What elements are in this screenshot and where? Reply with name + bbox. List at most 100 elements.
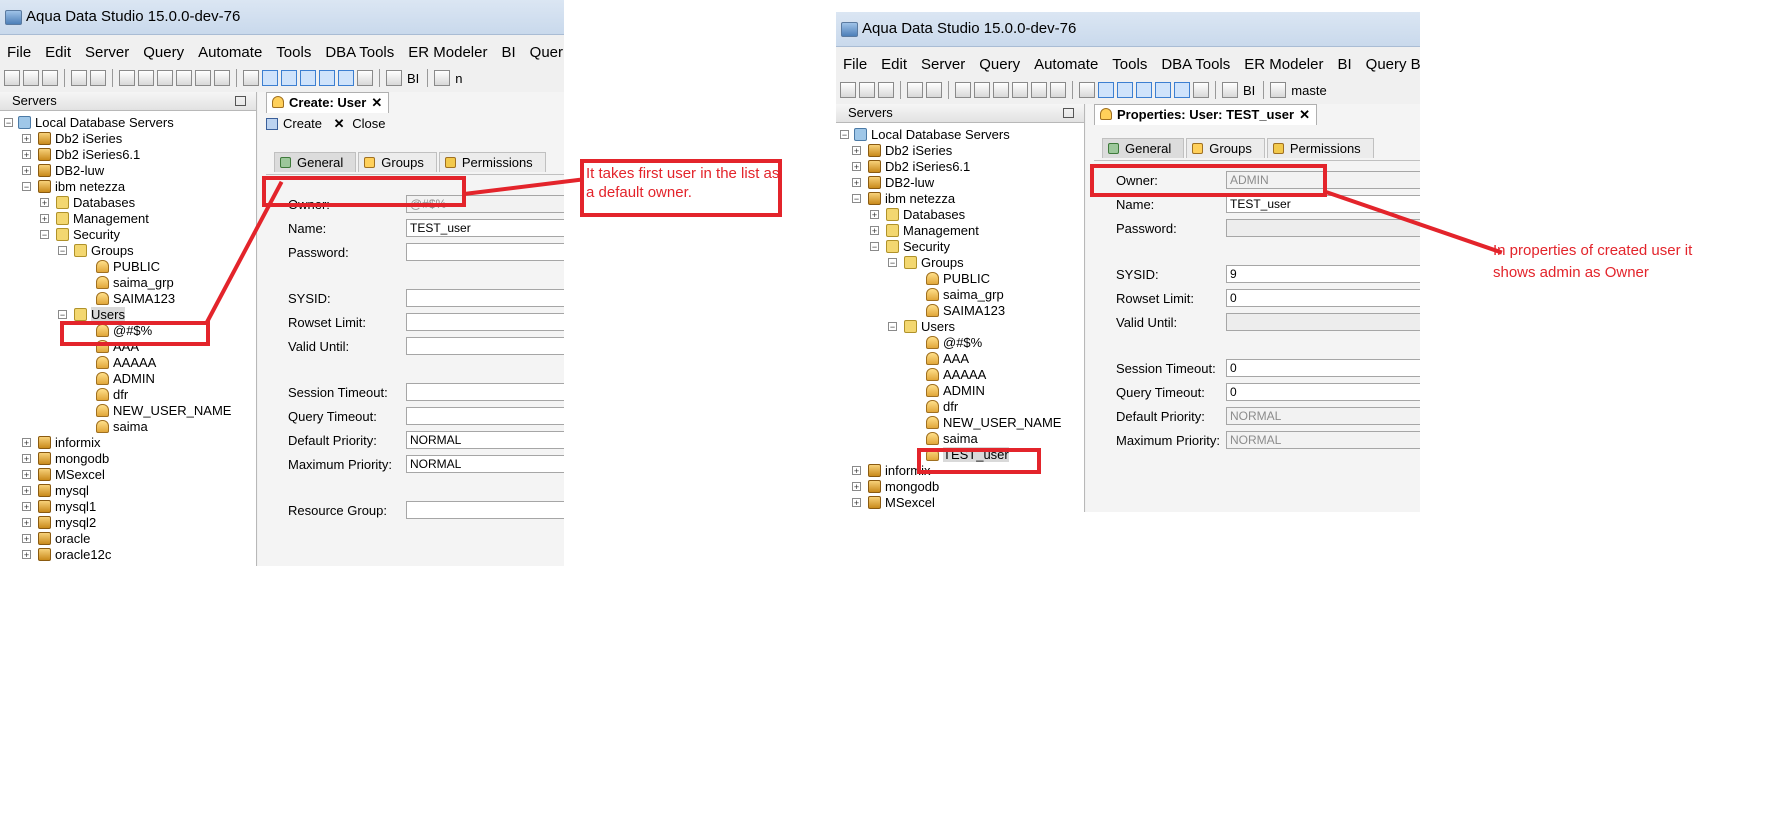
grid-icon[interactable] <box>1079 82 1095 98</box>
close-icon[interactable]: ✕ <box>371 93 382 113</box>
grid-icon[interactable] <box>243 70 259 86</box>
menu-query[interactable]: Query <box>972 54 1027 76</box>
layout-1-icon[interactable] <box>262 70 278 86</box>
layout-1-icon[interactable] <box>1098 82 1114 98</box>
tree-node-group[interactable]: saima_grp <box>926 287 1004 303</box>
expand-icon[interactable]: + <box>22 470 31 480</box>
session-timeout-field[interactable] <box>406 383 564 401</box>
tab-permissions[interactable]: Permissions <box>438 152 546 172</box>
script-icon[interactable] <box>907 82 923 98</box>
session-timeout-field[interactable]: 0 <box>1226 359 1420 377</box>
layout-2-icon[interactable] <box>281 70 297 86</box>
collapse-icon[interactable]: − <box>870 242 879 252</box>
tree-node-group[interactable]: SAIMA123 <box>96 291 175 307</box>
tree-node-server[interactable]: + MSexcel <box>22 467 105 483</box>
menu-tools[interactable]: Tools <box>1105 54 1154 76</box>
expand-icon[interactable]: + <box>40 214 49 224</box>
query-timeout-field[interactable] <box>406 407 564 425</box>
register-server-icon[interactable] <box>859 82 875 98</box>
tree-node-server[interactable]: + oracle <box>22 531 90 547</box>
menu-bi[interactable]: BI <box>1330 54 1358 76</box>
menu-edit[interactable]: Edit <box>874 54 914 76</box>
name-field[interactable]: TEST_user <box>406 219 564 237</box>
password-field[interactable] <box>406 243 564 261</box>
schema-icon[interactable] <box>1012 82 1028 98</box>
bi-icon[interactable] <box>386 70 402 86</box>
query-analyzer-icon[interactable] <box>974 82 990 98</box>
tree-node-management[interactable]: + Management <box>870 223 979 239</box>
rowset-limit-field[interactable]: 0 <box>1226 289 1420 307</box>
rowset-limit-field[interactable] <box>406 313 564 331</box>
tree-node-user[interactable]: AAAAA <box>96 355 156 371</box>
tree-node-server[interactable]: + mysql1 <box>22 499 96 515</box>
tree-node-user[interactable]: NEW_USER_NAME <box>96 403 231 419</box>
database-selector-icon[interactable] <box>1270 82 1287 98</box>
maximum-priority-select[interactable]: NORMAL <box>406 455 564 473</box>
layout-3-icon[interactable] <box>300 70 316 86</box>
menu-er-modeler[interactable]: ER Modeler <box>401 42 494 64</box>
menu-file[interactable]: File <box>0 42 38 64</box>
tree-node-group[interactable]: saima_grp <box>96 275 174 291</box>
sysid-field[interactable]: 9 <box>1226 265 1420 283</box>
tree-node-server[interactable]: + mongodb <box>852 479 939 495</box>
settings-icon[interactable] <box>1050 82 1066 98</box>
layout-2-icon[interactable] <box>1117 82 1133 98</box>
menu-query-builder[interactable]: Query Bu <box>1359 54 1420 76</box>
connect-icon[interactable] <box>42 70 58 86</box>
tab-groups[interactable]: Groups <box>358 152 437 172</box>
tree-node-server[interactable]: + mysql2 <box>22 515 96 531</box>
tree-node-security[interactable]: − Security <box>40 227 120 243</box>
tab-general[interactable]: General <box>274 152 357 172</box>
compare-icon[interactable] <box>1031 82 1047 98</box>
close-icon[interactable]: ✕ <box>1299 105 1310 125</box>
tree-node-management[interactable]: + Management <box>40 211 149 227</box>
new-server-icon[interactable] <box>840 82 856 98</box>
expand-icon[interactable]: + <box>22 166 31 176</box>
expand-icon[interactable]: + <box>22 454 31 464</box>
bi-icon[interactable] <box>1222 82 1238 98</box>
tree-node-user[interactable]: ADMIN <box>926 383 985 399</box>
expand-icon[interactable]: + <box>852 178 861 188</box>
default-priority-select[interactable]: NORMAL <box>1226 407 1420 425</box>
menu-tools[interactable]: Tools <box>269 42 318 64</box>
table-data-icon[interactable] <box>993 82 1009 98</box>
expand-icon[interactable]: + <box>22 518 31 528</box>
chart-icon[interactable] <box>1193 82 1209 98</box>
script-run-icon[interactable] <box>90 70 106 86</box>
expand-icon[interactable]: + <box>40 198 49 208</box>
tree-node-server[interactable]: + informix <box>22 435 101 451</box>
menu-automate[interactable]: Automate <box>191 42 269 64</box>
tree-node-databases[interactable]: + Databases <box>40 195 135 211</box>
tree-node-user[interactable]: NEW_USER_NAME <box>926 415 1061 431</box>
collapse-icon[interactable]: − <box>888 258 897 268</box>
menu-dba-tools[interactable]: DBA Tools <box>1154 54 1237 76</box>
collapse-icon[interactable]: − <box>22 182 31 192</box>
tree-node-group[interactable]: PUBLIC <box>926 271 990 287</box>
tree-node-server[interactable]: + DB2-luw <box>852 175 934 191</box>
menu-dba-tools[interactable]: DBA Tools <box>318 42 401 64</box>
resource-group-field[interactable] <box>406 501 564 519</box>
tree-node-server[interactable]: + Db2 iSeries6.1 <box>852 159 970 175</box>
expand-icon[interactable]: + <box>870 210 879 220</box>
schema-icon[interactable] <box>176 70 192 86</box>
compare-icon[interactable] <box>195 70 211 86</box>
default-priority-select[interactable]: NORMAL <box>406 431 564 449</box>
tab-general[interactable]: General <box>1102 138 1185 158</box>
tree-node-server[interactable]: + MSexcel <box>852 495 935 511</box>
query-window-icon[interactable] <box>955 82 971 98</box>
menu-query[interactable]: Query <box>136 42 191 64</box>
expand-icon[interactable]: + <box>22 502 31 512</box>
script-icon[interactable] <box>71 70 87 86</box>
layout-5-icon[interactable] <box>338 70 354 86</box>
collapse-icon[interactable]: − <box>4 118 13 128</box>
tree-node-user[interactable]: AAAAA <box>926 367 986 383</box>
tree-node-netezza[interactable]: − ibm netezza <box>22 179 125 195</box>
password-field[interactable] <box>1226 219 1420 237</box>
tree-node-root[interactable]: − Local Database Servers <box>4 115 174 131</box>
maximize-icon[interactable] <box>1063 108 1074 118</box>
maximum-priority-select[interactable]: NORMAL <box>1226 431 1420 449</box>
tree-node-databases[interactable]: + Databases <box>870 207 965 223</box>
script-run-icon[interactable] <box>926 82 942 98</box>
collapse-icon[interactable]: − <box>888 322 897 332</box>
expand-icon[interactable]: + <box>852 146 861 156</box>
